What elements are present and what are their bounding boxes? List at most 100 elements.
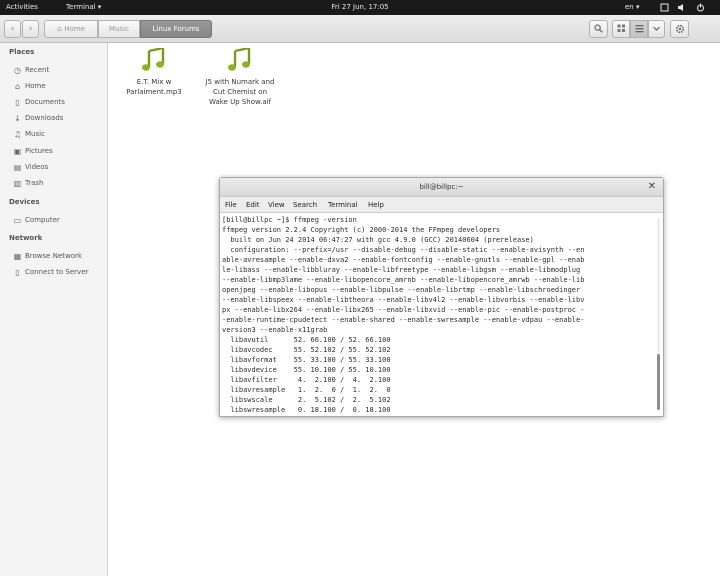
terminal-line: version3 --enable-x11grab [222,326,328,334]
terminal-line: configuration: --prefix=/usr --disable-d… [222,246,585,254]
menu-terminal[interactable]: Terminal [328,197,358,213]
menu-file[interactable]: File [225,197,237,213]
clock-icon: ◷ [14,66,21,75]
gear-icon [675,24,684,34]
sidebar-item-music[interactable]: ♫ Music [13,129,107,141]
settings-button[interactable] [670,20,689,38]
trash-icon: ▥ [13,179,22,188]
sidebar-item-label: Connect to Server [25,268,89,276]
sidebar-item-downloads[interactable]: ↓ Downloads [13,113,107,125]
breadcrumb-linux-forums[interactable]: Linux Forums [140,20,212,38]
terminal-line: libavresample 1. 2. 0 / 1. 2. 0 [222,386,391,394]
audio-file-icon [228,48,251,71]
terminal-line: libswresample 0. 18.100 / 0. 18.100 [222,406,391,414]
home-icon: ⌂ [57,24,63,33]
sidebar-item-label: Music [25,130,45,138]
terminal-line: [bill@billpc ~]$ ffmpeg -version [222,216,357,224]
terminal-line: libavformat 55. 33.100 / 55. 33.100 [222,356,391,364]
sidebar-item-trash[interactable]: ▥ Trash [13,178,107,190]
power-icon[interactable] [696,3,705,12]
sidebar-item-label: Browse Network [25,252,82,260]
sidebar-heading-devices: Devices [9,198,40,206]
terminal-line: openjpeg --enable-libopus --enable-libpu… [222,286,581,294]
sidebar-item-label: Downloads [25,114,64,122]
file-name: J5 with Numark and Cut Chemist on Wake U… [205,78,275,106]
sidebar-heading-places: Places [9,48,35,56]
computer-icon: ▭ [13,216,22,225]
menu-view[interactable]: View [268,197,285,213]
breadcrumb-home[interactable]: ⌂ Home [44,20,98,38]
list-view-icon [635,25,643,33]
clock[interactable]: Fri 27 Jun, 17:05 [0,0,720,15]
volume-icon[interactable] [677,3,686,12]
sidebar-item-videos[interactable]: ▤ Videos [13,162,107,174]
search-button[interactable] [589,20,608,38]
back-button[interactable]: ‹ [4,20,21,38]
download-icon: ↓ [14,114,21,123]
sidebar-item-documents[interactable]: ▯ Documents [13,97,107,109]
sidebar-item-pictures[interactable]: ▣ Pictures [13,146,107,158]
sidebar-item-recent[interactable]: ◷ Recent [13,65,107,77]
terminal-line: --enable-libmp3lame --enable-libopencore… [222,276,585,284]
sidebar-item-label: Recent [25,66,50,74]
terminal-line: px --enable-libx264 --enable-libx265 --e… [222,306,585,314]
sidebar-item-label: Documents [25,98,65,106]
network-icon: ▦ [13,252,22,261]
grid-view-button[interactable] [612,20,630,38]
terminal-line: libavdevice 55. 10.100 / 55. 10.100 [222,366,391,374]
sidebar-item-computer[interactable]: ▭ Computer [13,215,107,227]
server-icon: ▯ [15,268,20,277]
top-bar: Activities Terminal ▾ Fri 27 Jun, 17:05 … [0,0,720,15]
view-options-button[interactable] [648,20,665,38]
menu-help[interactable]: Help [368,197,384,213]
list-view-button[interactable] [630,20,648,38]
terminal-line: --enable-libspeex --enable-libtheora --e… [222,296,585,304]
terminal-menubar: File Edit View Search Terminal Help [220,197,663,213]
breadcrumb-label: Linux Forums [152,25,200,33]
file-item[interactable]: J5 with Numark and Cut Chemist on Wake U… [200,48,280,107]
terminal-titlebar[interactable]: bill@billpc:~ ✕ [220,178,663,197]
forward-button[interactable]: › [22,20,39,38]
audio-file-icon [142,48,165,71]
menu-edit[interactable]: Edit [246,197,260,213]
terminal-line: -enable-runtime-cpudetect --enable-share… [222,316,585,324]
menu-search[interactable]: Search [293,197,317,213]
terminal-output[interactable]: [bill@billpc ~]$ ffmpeg -version ffmpeg … [222,215,656,415]
grid-view-icon [617,24,625,32]
terminal-line: ffmpeg version 2.2.4 Copyright (c) 2000-… [222,226,501,234]
sidebar-item-label: Home [25,82,46,90]
sidebar-item-label: Pictures [25,147,53,155]
home-icon: ⌂ [14,82,21,91]
window-icon[interactable] [660,3,669,12]
sidebar-item-home[interactable]: ⌂ Home [13,81,107,93]
language-indicator[interactable]: en ▾ [625,0,639,15]
sidebar-item-label: Computer [25,216,60,224]
search-icon [594,24,603,33]
terminal-line: libswscale 2. 5.102 / 2. 5.102 [222,396,391,404]
sidebar-item-browse-network[interactable]: ▦ Browse Network [13,251,107,263]
sidebar-item-label: Videos [25,163,49,171]
terminal-line: libavutil 52. 66.100 / 52. 66.100 [222,336,391,344]
terminal-line: libavfilter 4. 2.100 / 4. 2.100 [222,376,391,384]
terminal-line: able-avresample --enable-dxva2 --enable-… [222,256,585,264]
sidebar-heading-network: Network [9,234,43,242]
close-icon[interactable]: ✕ [648,180,656,194]
view-options-icon [653,26,660,31]
file-manager-toolbar: ‹ › ⌂ Home Music Linux Forums [0,15,720,43]
terminal-scrollbar-thumb[interactable] [657,354,660,410]
video-icon: ▤ [13,163,22,172]
sidebar: Places ◷ Recent ⌂ Home ▯ Documents ↓ Dow… [0,43,108,576]
file-name: E.T. Mix w Parlaiment.mp3 [126,78,182,96]
breadcrumb-music[interactable]: Music [98,20,140,38]
music-icon: ♫ [13,130,22,139]
terminal-title: bill@billpc:~ [419,183,464,191]
sidebar-item-label: Trash [25,179,44,187]
document-icon: ▯ [15,98,20,107]
breadcrumb-label: Home [64,25,85,33]
sidebar-item-connect-to-server[interactable]: ▯ Connect to Server [13,267,107,279]
terminal-line: libavcodec 55. 52.102 / 55. 52.102 [222,346,391,354]
terminal-window[interactable]: bill@billpc:~ ✕ File Edit View Search Te… [219,177,664,417]
file-item[interactable]: E.T. Mix w Parlaiment.mp3 [114,48,194,97]
breadcrumb-label: Music [109,25,129,33]
picture-icon: ▣ [13,147,22,156]
